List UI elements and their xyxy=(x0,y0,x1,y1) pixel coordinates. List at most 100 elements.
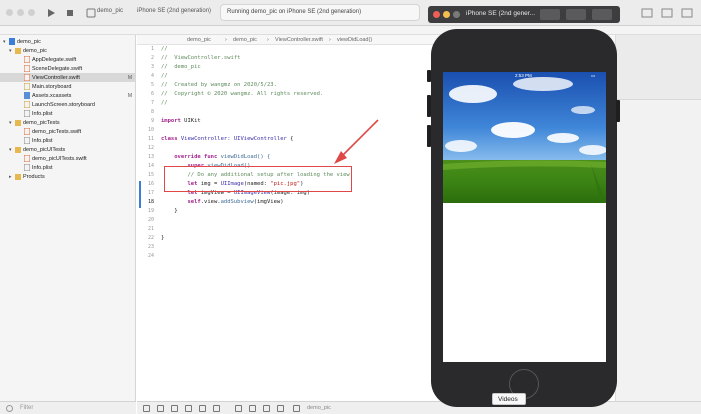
nav-item-group[interactable]: ▾ demo_picUITests xyxy=(0,145,136,154)
nav-item-file[interactable]: demo_picTests.swift xyxy=(0,127,136,136)
jumpbar-group[interactable]: demo_pic xyxy=(233,37,257,43)
code-token: UIKit xyxy=(180,118,201,124)
keyword-token: class xyxy=(161,136,178,142)
xcode-window: demo_pic iPhone SE (2nd generation) Runn… xyxy=(0,0,701,414)
landscape-photo xyxy=(443,72,606,203)
screenshot-button[interactable] xyxy=(540,9,560,20)
disclosure-icon[interactable]: ▾ xyxy=(9,48,12,54)
nav-item-file-selected[interactable]: ViewController.swift M xyxy=(0,73,136,82)
debug-toggle-icon[interactable] xyxy=(660,6,674,20)
navigator-toggle-icon[interactable] xyxy=(640,6,654,20)
project-navigator: ▾ demo_pic ▾ demo_pic AppDelegate.swift … xyxy=(0,35,136,401)
stop-button[interactable] xyxy=(63,6,77,20)
project-icon xyxy=(9,38,15,45)
folder-icon xyxy=(15,48,21,54)
simulator-title: iPhone SE (2nd gener... xyxy=(466,10,536,17)
volume-up-button xyxy=(427,95,431,117)
hide-debug-icon[interactable] xyxy=(143,405,150,412)
view-debugger-icon[interactable] xyxy=(235,405,242,412)
nav-item-file[interactable]: Main.storyboard xyxy=(0,82,136,91)
nav-item-label: demo_pic xyxy=(23,47,47,54)
rotate-button[interactable] xyxy=(592,9,612,20)
line-number: 13 xyxy=(147,154,154,160)
nav-item-file[interactable]: Info.plist xyxy=(0,109,136,118)
plist-file-icon xyxy=(24,110,30,117)
device-selector[interactable]: iPhone SE (2nd generation) xyxy=(137,8,211,14)
nav-item-label: Products xyxy=(23,173,45,180)
line-number: 5 xyxy=(150,82,154,88)
home-button-icon[interactable] xyxy=(566,9,586,20)
disclosure-icon[interactable]: ▾ xyxy=(9,147,12,153)
jumpbar-project[interactable]: demo_pic xyxy=(187,37,211,43)
code-line: // xyxy=(161,73,168,79)
inspector-toggle-icon[interactable] xyxy=(680,6,694,20)
environment-overrides-icon[interactable] xyxy=(263,405,270,412)
disclosure-icon[interactable]: ▸ xyxy=(9,174,12,180)
memory-graph-icon[interactable] xyxy=(249,405,256,412)
nav-item-label: demo_picUITests.swift xyxy=(32,155,87,162)
image-view xyxy=(443,72,606,203)
jumpbar-symbol[interactable]: viewDidLoad() xyxy=(337,37,372,43)
scheme-icon xyxy=(86,8,96,18)
close-window-button[interactable] xyxy=(6,9,13,16)
folder-icon xyxy=(15,147,21,153)
step-over-icon[interactable] xyxy=(185,405,192,412)
nav-item-label: demo_picUITests xyxy=(23,146,66,153)
zoom-window-button[interactable] xyxy=(28,9,35,16)
location-icon[interactable] xyxy=(277,405,284,412)
nav-item-group[interactable]: ▾ demo_pic xyxy=(0,46,136,55)
step-in-icon[interactable] xyxy=(199,405,206,412)
simulator-screen[interactable]: 2:53 PM ▭ xyxy=(443,72,606,362)
line-number: 20 xyxy=(147,217,154,223)
filter-input[interactable]: Filter xyxy=(20,405,33,411)
simulator-titlebar: iPhone SE (2nd gener... xyxy=(428,6,620,23)
disclosure-icon[interactable]: ▾ xyxy=(9,120,12,126)
nav-item-file[interactable]: Assets.xcassets M xyxy=(0,91,136,100)
simulator-minimize-button[interactable] xyxy=(443,11,450,18)
nav-item-label: Info.plist xyxy=(32,110,53,117)
nav-item-project[interactable]: ▾ demo_pic xyxy=(0,37,136,46)
change-marker xyxy=(139,181,141,190)
simulator-close-button[interactable] xyxy=(433,11,440,18)
code-token: viewDidLoad() { xyxy=(217,154,271,160)
pause-icon[interactable] xyxy=(171,405,178,412)
activity-status: Running demo_pic on iPhone SE (2nd gener… xyxy=(220,4,420,21)
run-button[interactable] xyxy=(44,6,58,20)
line-number: 11 xyxy=(147,136,154,142)
simulator-zoom-button[interactable] xyxy=(453,11,460,18)
nav-item-file[interactable]: LaunchScreen.storyboard xyxy=(0,100,136,109)
swift-file-icon xyxy=(24,56,30,63)
swift-file-icon xyxy=(24,128,30,135)
line-number: 2 xyxy=(150,55,154,61)
nav-item-label: Info.plist xyxy=(32,137,53,144)
nav-item-file[interactable]: Info.plist xyxy=(0,163,136,172)
swift-file-icon xyxy=(24,155,30,162)
nav-item-label: demo_picTests.swift xyxy=(32,128,82,135)
step-out-icon[interactable] xyxy=(213,405,220,412)
nav-item-group[interactable]: ▾ demo_picTests xyxy=(0,118,136,127)
line-number: 10 xyxy=(147,127,154,133)
line-number: 3 xyxy=(150,64,154,70)
tooltip-text: Videos xyxy=(498,396,518,403)
volume-down-button xyxy=(427,125,431,147)
code-token: { xyxy=(286,136,294,142)
nav-item-file[interactable]: Info.plist xyxy=(0,136,136,145)
breakpoints-icon[interactable] xyxy=(157,405,164,412)
nav-item-group[interactable]: ▸ Products xyxy=(0,172,136,181)
folder-icon xyxy=(15,174,21,180)
nav-item-file[interactable]: AppDelegate.swift xyxy=(0,55,136,64)
nav-item-label: LaunchScreen.storyboard xyxy=(32,101,95,108)
nav-item-file[interactable]: demo_picUITests.swift xyxy=(0,154,136,163)
line-number: 9 xyxy=(150,118,154,124)
jumpbar-file[interactable]: ViewController.swift xyxy=(275,37,323,43)
nav-item-file[interactable]: SceneDelegate.swift xyxy=(0,64,136,73)
line-number: 19 xyxy=(147,208,154,214)
swift-file-icon xyxy=(24,74,30,81)
code-line: override func viewDidLoad() { xyxy=(161,154,270,160)
code-line: import UIKit xyxy=(161,118,201,124)
scheme-selector[interactable]: demo_pic xyxy=(97,8,123,14)
nav-item-label: SceneDelegate.swift xyxy=(32,65,83,72)
minimize-window-button[interactable] xyxy=(17,9,24,16)
line-number: 15 xyxy=(147,172,154,178)
disclosure-icon[interactable]: ▾ xyxy=(3,39,6,45)
